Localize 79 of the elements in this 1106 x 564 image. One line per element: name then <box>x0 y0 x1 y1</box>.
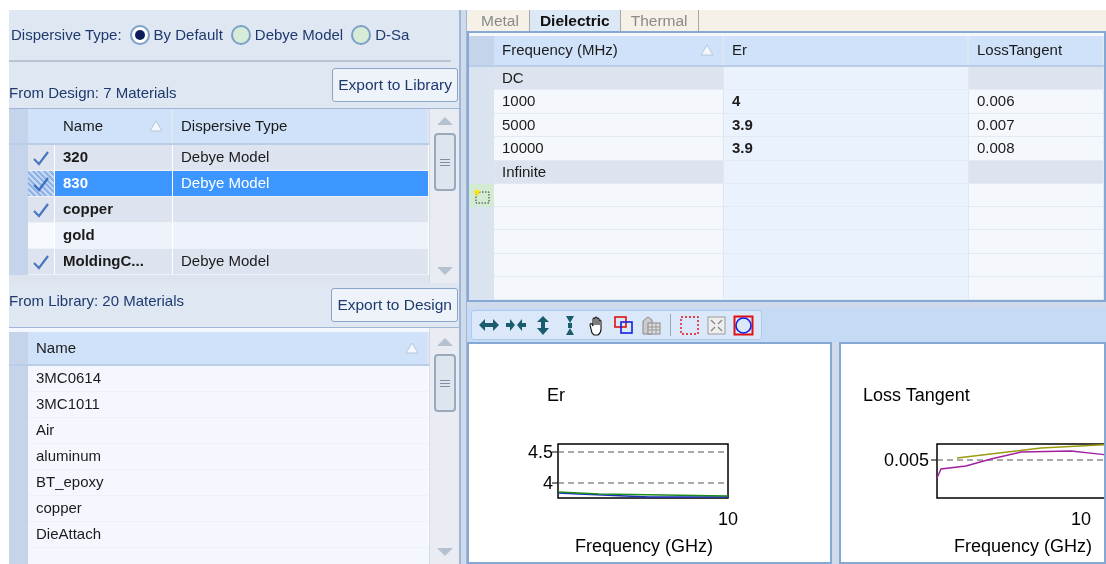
splitter[interactable] <box>467 302 1106 308</box>
table-cell[interactable] <box>494 276 724 300</box>
table-cell[interactable]: 3.9 <box>724 113 969 138</box>
sort-icon[interactable] <box>149 120 163 132</box>
table-cell[interactable]: 0.008 <box>969 137 1104 161</box>
axis-tick-label: 0.005 <box>883 450 929 470</box>
table-settings-icon[interactable] <box>640 314 662 336</box>
table-cell[interactable] <box>969 230 1104 254</box>
table-cell[interactable]: DieAttach <box>28 522 429 548</box>
tab[interactable]: Dielectric <box>529 10 621 31</box>
check-icon <box>32 253 50 270</box>
axis-tick-label: 10 <box>1071 509 1091 529</box>
table-cell[interactable] <box>494 184 724 208</box>
chart-title: Loss Tangent <box>863 385 970 405</box>
axis-tick-label: 10 <box>718 509 738 529</box>
table-cell[interactable] <box>494 230 724 254</box>
radio-button[interactable] <box>230 25 251 45</box>
check-icon <box>32 201 50 218</box>
table-cell[interactable] <box>494 253 724 277</box>
column-header[interactable]: Frequency (MHz) <box>494 36 724 65</box>
table-cell[interactable]: Infinite <box>494 160 724 185</box>
shrink-icon[interactable] <box>706 314 728 336</box>
table-cell[interactable] <box>969 276 1104 300</box>
circle-in-square-icon[interactable] <box>733 314 755 336</box>
column-header[interactable]: Name <box>55 109 173 143</box>
header-text: Name <box>63 115 103 136</box>
radio-label[interactable]: Debye Model <box>254 23 344 47</box>
export-button[interactable]: Export to Design <box>331 288 458 322</box>
table-cell[interactable]: Debye Model <box>173 249 429 275</box>
table-cell[interactable]: 5000 <box>494 113 724 138</box>
table-cell[interactable] <box>494 207 724 231</box>
table-cell[interactable]: 4 <box>724 90 969 114</box>
table-cell[interactable]: MoldingC... <box>55 249 173 275</box>
field-label: Dispersive Type: <box>11 24 122 45</box>
axis-tick-label: 4.5 <box>527 442 553 462</box>
column-header[interactable]: LossTangent <box>969 36 1104 65</box>
scrollbar[interactable] <box>429 109 459 283</box>
radio-label[interactable]: D-Sa <box>375 23 410 47</box>
table-cell[interactable] <box>969 184 1104 208</box>
export-button[interactable]: Export to Library <box>332 68 458 102</box>
radio-button[interactable] <box>129 25 150 45</box>
header-text: Frequency (MHz) <box>502 40 618 60</box>
table-cell[interactable] <box>724 276 969 300</box>
checkbox[interactable] <box>28 171 55 197</box>
radio-button[interactable] <box>351 25 372 45</box>
section-label: From Library: 20 Materials <box>9 291 185 311</box>
axis-tick-label: 4 <box>543 473 553 493</box>
overlapping-squares-icon[interactable] <box>613 314 635 336</box>
tick-mark <box>551 451 559 453</box>
splitter[interactable] <box>460 10 467 564</box>
sort-icon[interactable] <box>405 342 419 354</box>
scrollbar[interactable] <box>429 328 459 564</box>
sort-icon[interactable] <box>700 44 714 57</box>
table-cell[interactable]: 3.9 <box>724 137 969 161</box>
table-cell[interactable]: 10000 <box>494 137 724 161</box>
axis-title: Frequency (GHz) <box>954 536 1092 556</box>
dashed-square-icon[interactable] <box>679 314 701 336</box>
checkbox[interactable] <box>28 249 55 275</box>
checkbox[interactable] <box>28 223 55 249</box>
table-cell[interactable]: 1000 <box>494 90 724 114</box>
table-cell[interactable]: DC <box>494 66 724 91</box>
axis-title: Frequency (GHz) <box>575 536 713 556</box>
table-cell[interactable] <box>724 66 969 91</box>
header-text: Name <box>36 337 76 358</box>
table-cell[interactable] <box>969 160 1104 185</box>
tick-mark <box>930 459 938 461</box>
radio-label[interactable]: By Default <box>153 23 223 47</box>
table-cell[interactable]: 0.007 <box>969 113 1104 138</box>
table-cell[interactable] <box>969 253 1104 277</box>
section-label: From Design: 7 Materials <box>9 82 177 103</box>
chart-title: Er <box>547 385 565 405</box>
table-cell[interactable] <box>969 207 1104 231</box>
table-cell[interactable] <box>969 66 1104 91</box>
check-icon <box>32 175 50 192</box>
divider <box>670 314 671 336</box>
table-cell[interactable]: 0.006 <box>969 90 1104 114</box>
tick-mark <box>551 482 559 484</box>
column-header[interactable]: Er <box>724 36 969 65</box>
check-icon <box>32 149 50 166</box>
